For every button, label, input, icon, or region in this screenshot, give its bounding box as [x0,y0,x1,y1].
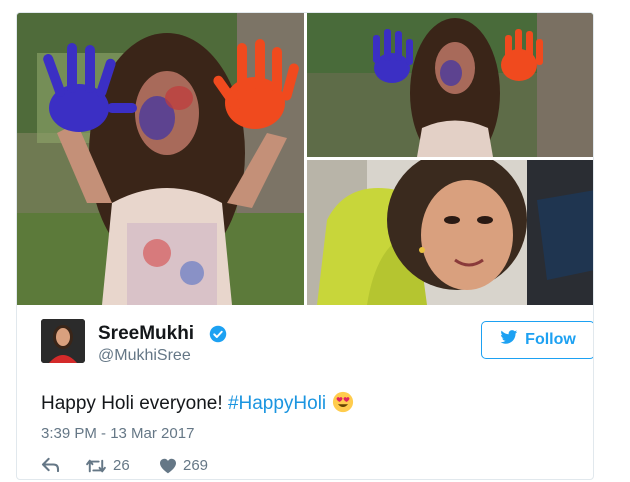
tweet-author-row: SreeMukhi @MukhiSree Follow [41,319,593,371]
photo-holi-hands-large[interactable] [17,13,304,305]
heart-icon [159,458,177,474]
tweet-card: SreeMukhi @MukhiSree Follow Happy Holi e… [16,12,594,480]
author-handle[interactable]: @MukhiSree [98,347,191,365]
twitter-bird-icon [500,330,518,350]
reply-icon [41,457,60,472]
tweet-text: Happy Holi everyone! #HappyHoli [41,391,354,415]
avatar[interactable] [41,319,85,363]
photo-holi-selfie[interactable] [307,160,593,305]
tweet-text-body: Happy Holi everyone! [41,393,228,414]
hashtag-link[interactable]: #HappyHoli [228,393,326,414]
retweet-icon [85,458,107,474]
like-button[interactable]: 269 [159,457,208,474]
author-name[interactable]: SreeMukhi [98,323,194,345]
tweet-timestamp[interactable]: 3:39 PM - 13 Mar 2017 [41,425,194,442]
tweet-actions: 26 269 [41,457,341,477]
like-count: 269 [183,457,209,474]
follow-button[interactable]: Follow [481,321,593,359]
retweet-count: 26 [113,457,130,474]
media-grid [17,13,593,305]
photo-holi-hands-small[interactable] [307,13,593,157]
reply-button[interactable] [41,457,60,472]
heart-eyes-emoji-icon [332,391,354,413]
follow-label: Follow [525,331,576,348]
verified-badge-icon [209,325,227,343]
retweet-button[interactable]: 26 [85,457,130,474]
